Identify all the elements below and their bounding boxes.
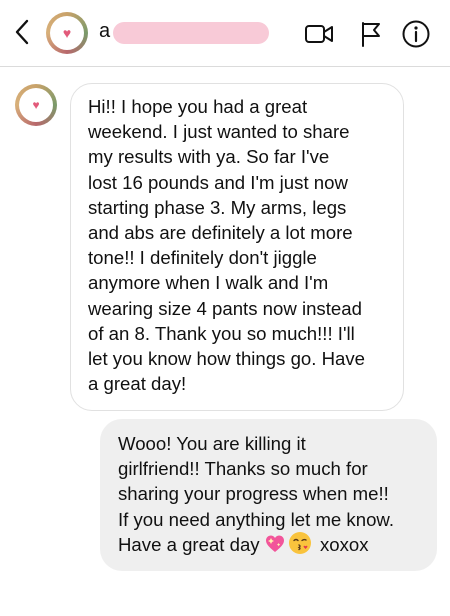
message-line: starting phase 3. My arms, legs xyxy=(88,196,347,218)
contact-username[interactable]: a xyxy=(99,20,110,43)
back-button[interactable] xyxy=(10,16,34,48)
message-line: my results with ya. So far I've xyxy=(88,146,330,168)
video-call-button[interactable] xyxy=(304,19,334,49)
message-line: let you know how things go. Have xyxy=(88,348,365,370)
flag-icon xyxy=(362,22,380,47)
contact-avatar[interactable]: ♥ xyxy=(46,12,88,54)
sender-avatar[interactable]: ♥ xyxy=(15,84,57,126)
message-line: lost 16 pounds and I'm just now xyxy=(88,171,348,193)
message-line: Hi!! I hope you had a great xyxy=(88,96,308,117)
message-line: of an 8. Thank you so much!!! I'll xyxy=(88,322,355,344)
info-button[interactable] xyxy=(401,19,431,49)
message-line-last: Have a great day xoxox xyxy=(118,531,429,557)
message-text: Have a great day xyxy=(118,533,260,555)
message-line: tone!! I definitely don't jiggle xyxy=(88,247,317,269)
report-button[interactable] xyxy=(356,19,386,49)
message-line: a great day! xyxy=(88,373,187,395)
message-line: wearing size 4 pants now instead xyxy=(88,297,362,319)
heart-icon: ♥ xyxy=(62,25,72,41)
face-blowing-kiss-emoji xyxy=(288,531,311,554)
sent-message-bubble[interactable]: Wooo! You are killing it girlfriend!! Th… xyxy=(100,419,437,571)
message-line: Wooo! You are killing it xyxy=(118,433,306,454)
video-camera-icon xyxy=(305,25,333,43)
received-message-bubble[interactable]: Hi!! I hope you had a great weekend. I j… xyxy=(70,83,404,411)
message-line: If you need anything let me know. xyxy=(118,508,394,530)
message-line: anymore when I walk and I'm xyxy=(88,272,329,294)
info-icon xyxy=(402,20,430,48)
username-redaction xyxy=(113,22,269,44)
message-line: weekend. I just wanted to share xyxy=(88,121,350,143)
message-text-suffix: xoxox xyxy=(319,533,369,555)
message-line: and abs are definitely a lot more xyxy=(88,222,353,244)
heart-icon: ♥ xyxy=(32,98,40,112)
chevron-left-icon xyxy=(15,19,29,45)
chat-header: ♥ a xyxy=(0,0,450,67)
message-line: girlfriend!! Thanks so much for xyxy=(118,458,368,480)
sparkling-heart-emoji xyxy=(265,534,285,554)
message-line: sharing your progress when me!! xyxy=(118,483,389,505)
